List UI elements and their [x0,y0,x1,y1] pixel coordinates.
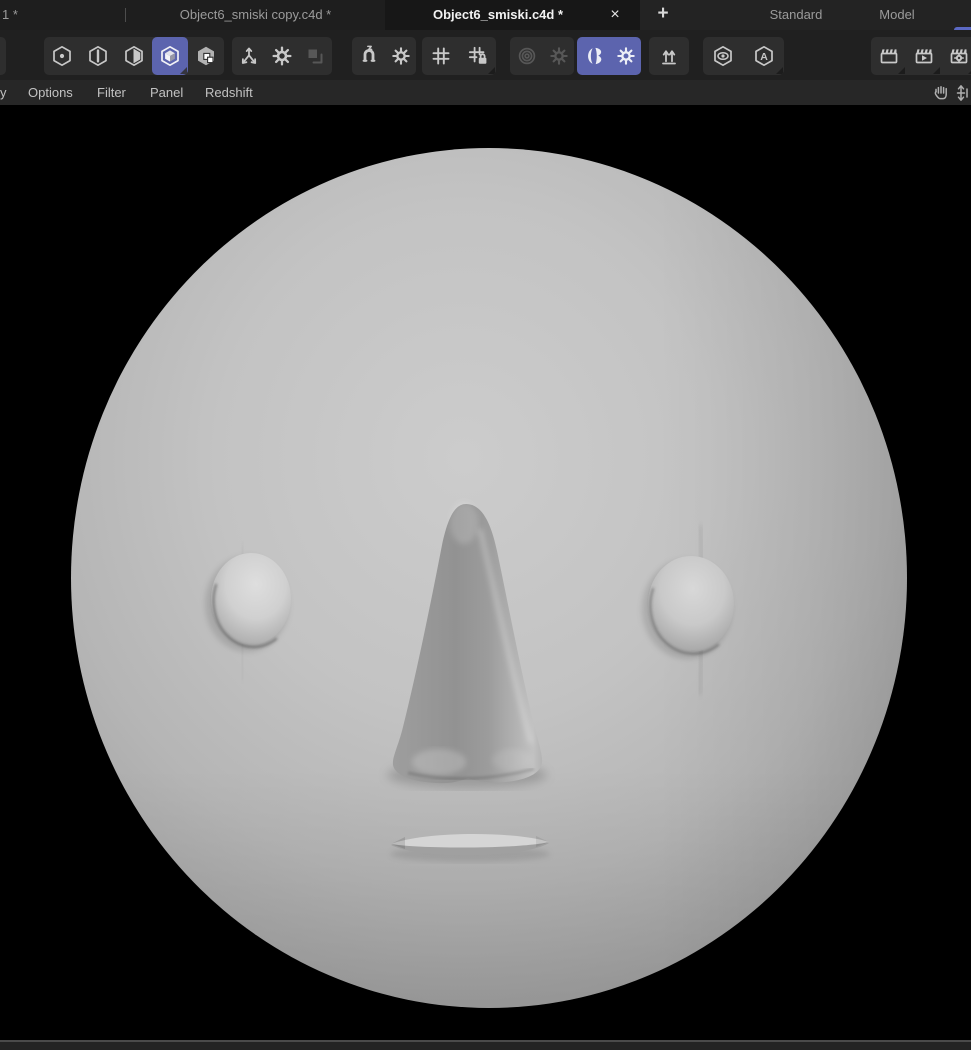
concentric-circles-icon [515,44,539,68]
menu-filter[interactable]: Filter [97,80,126,105]
edges-mode-button[interactable] [80,37,116,75]
toolbar-group-symmetry [577,37,641,75]
toolbar-group-axis-swap [649,37,689,75]
toolbar-group-component-modes [44,37,224,75]
model-mode-button[interactable] [152,37,188,75]
toolbar-group-snap [352,37,416,75]
symmetry-settings-button[interactable] [610,37,641,75]
falloff-toggle-button[interactable] [510,37,543,75]
viewport-3d[interactable] [0,105,971,1040]
toolbar-group-clipped [0,37,6,75]
menu-options[interactable]: Options [28,80,73,105]
timeline-panel-edge [0,1040,971,1050]
snap-settings-button[interactable] [385,37,416,75]
solo-view-button[interactable] [703,37,743,75]
butterfly-symmetry-icon [582,44,606,68]
active-tab-label: Object6_smiski.c4d * [403,0,593,30]
tab-document-copy[interactable]: Object6_smiski copy.c4d * [126,0,385,30]
model-mode-icon [158,44,182,68]
viewport-render [0,105,971,1040]
flyout-corner [488,67,495,74]
points-mode-icon [50,44,74,68]
flyout-corner [180,67,187,74]
snap-toggle-button[interactable] [352,37,385,75]
axis-modification-button[interactable] [232,37,265,75]
render-picture-viewer-button[interactable] [906,37,941,75]
menu-item-clipped[interactable]: y [0,80,7,105]
symmetry-toggle-button[interactable] [577,37,610,75]
gear-icon [615,45,637,67]
double-up-arrows-icon [657,44,681,68]
polygons-mode-icon [122,44,146,68]
auto-mode-button[interactable]: A [743,37,784,75]
gear-icon [548,45,570,67]
layout-selector[interactable]: Model [868,0,926,30]
tab-overflow-clipped[interactable]: 1 * [2,0,112,30]
quantize-toggle-button[interactable] [422,37,459,75]
flyout-corner [898,67,905,74]
toolbar-group-quantize [422,37,496,75]
workplane-button[interactable] [298,37,332,75]
falloff-settings-button[interactable] [543,37,574,75]
pan-hand-icon[interactable] [929,81,953,105]
workplane-icon [303,44,327,68]
toolbar-group-axis-tools [232,37,332,75]
texture-mode-icon [194,44,218,68]
modeling-toolbar: A [0,30,971,80]
menu-redshift[interactable]: Redshift [205,80,253,105]
new-tab-button[interactable]: + [648,0,678,30]
quantize-settings-button[interactable] [459,37,496,75]
grid-icon [429,44,453,68]
render-clapper-gear-icon [947,44,971,68]
toolbar-group-render [871,37,971,75]
points-mode-button[interactable] [44,37,80,75]
auto-mode-letter: A [760,51,768,63]
axis-settings-button[interactable] [265,37,298,75]
gear-icon [270,44,294,68]
magnet-icon [357,44,381,68]
dolly-camera-icon-clipped[interactable] [953,81,971,105]
render-clapper-play-icon [912,44,936,68]
render-style-selector[interactable]: Standard [765,0,827,30]
flyout-corner [776,67,783,74]
viewport-nav-icons [929,81,971,105]
polygons-mode-button[interactable] [116,37,152,75]
toolbar-group-falloff [510,37,574,75]
grid-lock-icon [466,44,490,68]
flyout-corner [933,67,940,74]
edges-mode-icon [86,44,110,68]
hexagon-a-icon: A [752,44,776,68]
gear-icon [390,45,412,67]
cinema4d-window: 1 * Object6_smiski copy.c4d * Object6_sm… [0,0,971,1050]
menu-panel[interactable]: Panel [150,80,183,105]
render-view-button[interactable] [871,37,906,75]
axis-tool-icon [237,44,261,68]
document-tabbar: 1 * Object6_smiski copy.c4d * Object6_sm… [0,0,971,30]
render-settings-button[interactable] [941,37,971,75]
tab-document-active[interactable]: Object6_smiski.c4d * × [385,0,640,30]
viewport-menubar: y Options Filter Panel Redshift [0,80,971,105]
texture-mode-button[interactable] [188,37,224,75]
toolbar-group-view-visibility: A [703,37,784,75]
render-clapper-icon [877,44,901,68]
close-tab-icon[interactable]: × [604,0,626,30]
hexagon-eye-icon [711,44,735,68]
swap-axis-button[interactable] [649,37,689,75]
